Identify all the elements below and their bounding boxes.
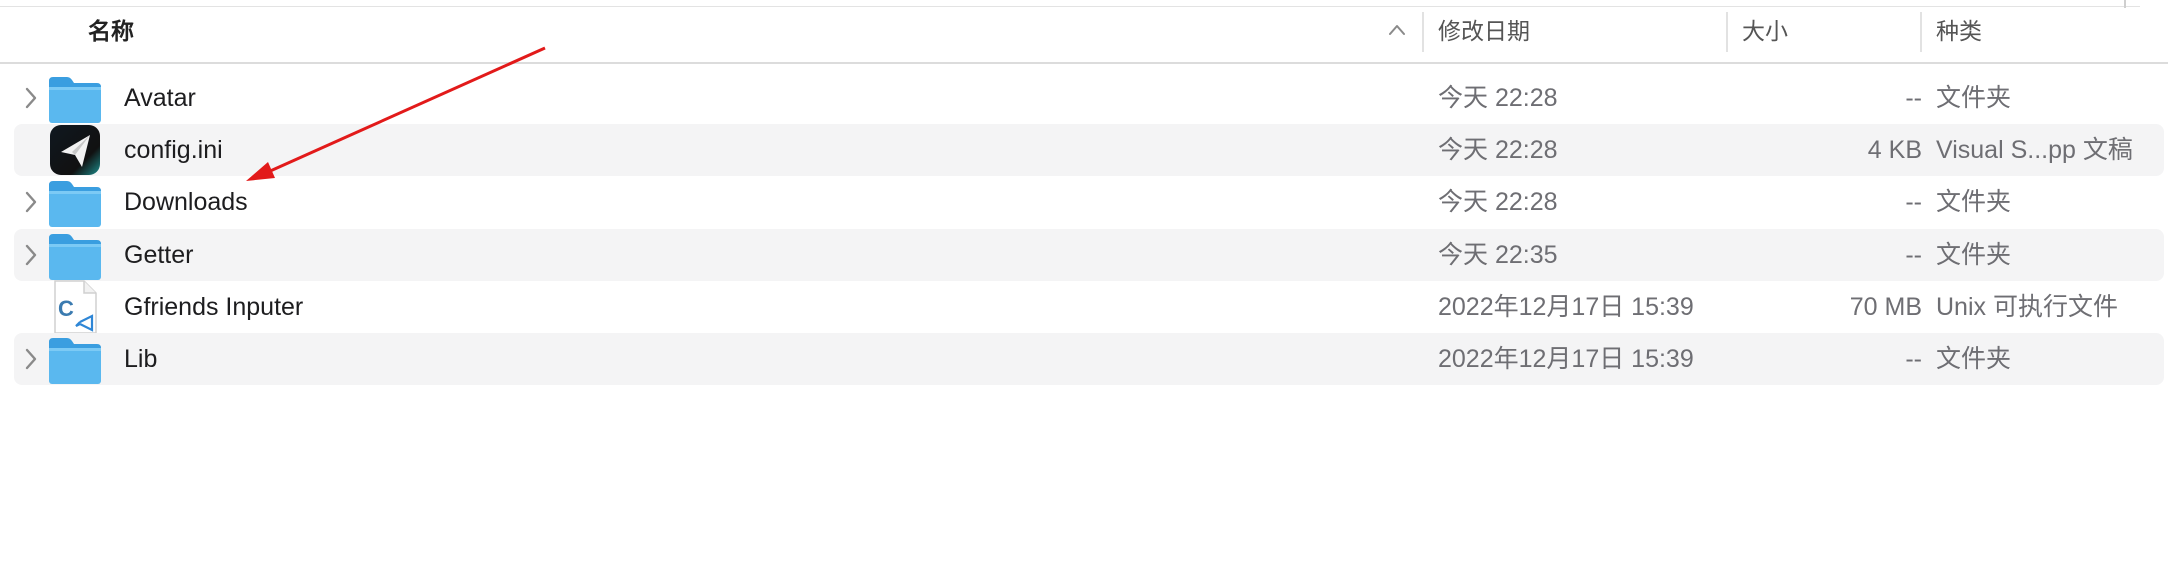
file-row[interactable]: Avatar 今天 22:28 -- 文件夹	[14, 72, 2164, 124]
file-name: Avatar	[124, 84, 196, 112]
file-name: Gfriends Inputer	[124, 292, 304, 321]
sort-ascending-icon[interactable]	[1388, 22, 1406, 38]
folder-icon	[46, 173, 104, 231]
column-header-bar: 名称 修改日期 大小 种类	[0, 0, 2168, 64]
c-source-file-icon: C	[46, 278, 104, 336]
file-size: --	[1905, 345, 1922, 373]
file-date: 2022年12月17日 15:39	[1438, 345, 1694, 373]
chevron-right-icon[interactable]	[24, 190, 38, 214]
file-date: 今天 22:28	[1438, 136, 1558, 165]
file-kind: 文件夹	[1936, 188, 2012, 217]
file-date: 今天 22:35	[1438, 240, 1558, 269]
header-edge-divider	[2124, 0, 2126, 8]
folder-icon	[46, 69, 104, 127]
file-size: --	[1905, 240, 1922, 269]
file-kind: 文件夹	[1936, 240, 2012, 269]
file-size: 4 KB	[1867, 136, 1922, 165]
file-date: 2022年12月17日 15:39	[1438, 292, 1694, 321]
file-row[interactable]: Downloads 今天 22:28 -- 文件夹	[14, 176, 2164, 228]
header-top-divider	[0, 6, 2140, 7]
file-name: Lib	[124, 345, 158, 373]
file-kind: Visual S...pp 文稿	[1936, 136, 2133, 165]
column-header-kind[interactable]: 种类	[1936, 16, 1982, 46]
file-name: config.ini	[124, 136, 223, 165]
file-size: 70 MB	[1849, 292, 1922, 321]
column-header-size[interactable]: 大小	[1742, 16, 1788, 46]
file-size: --	[1905, 84, 1922, 112]
file-row[interactable]: config.ini 今天 22:28 4 KB Visual S...pp 文稿	[14, 121, 2164, 179]
file-row[interactable]: Getter 今天 22:35 -- 文件夹	[14, 226, 2164, 284]
column-header-date[interactable]: 修改日期	[1438, 16, 1530, 46]
chevron-right-icon[interactable]	[24, 243, 38, 267]
file-kind: Unix 可执行文件	[1936, 292, 2118, 321]
svg-text:C: C	[58, 296, 74, 321]
header-separator[interactable]	[1920, 12, 1922, 52]
file-row[interactable]: Lib 2022年12月17日 15:39 -- 文件夹	[14, 333, 2164, 385]
paper-plane-app-icon	[46, 121, 104, 179]
header-separator[interactable]	[1422, 12, 1424, 52]
chevron-right-icon[interactable]	[24, 86, 38, 110]
chevron-right-icon[interactable]	[24, 347, 38, 371]
file-kind: 文件夹	[1936, 84, 2012, 112]
file-date: 今天 22:28	[1438, 84, 1558, 112]
folder-icon	[46, 226, 104, 284]
file-name: Downloads	[124, 188, 248, 217]
file-name: Getter	[124, 240, 194, 269]
header-separator[interactable]	[1726, 12, 1728, 52]
folder-icon	[46, 330, 104, 388]
file-size: --	[1905, 188, 1922, 217]
file-row[interactable]: C Gfriends Inputer 2022年12月17日 15:39 70 MB U…	[14, 278, 2164, 336]
column-header-name[interactable]: 名称	[88, 16, 134, 46]
file-date: 今天 22:28	[1438, 188, 1558, 217]
file-kind: 文件夹	[1936, 345, 2012, 373]
